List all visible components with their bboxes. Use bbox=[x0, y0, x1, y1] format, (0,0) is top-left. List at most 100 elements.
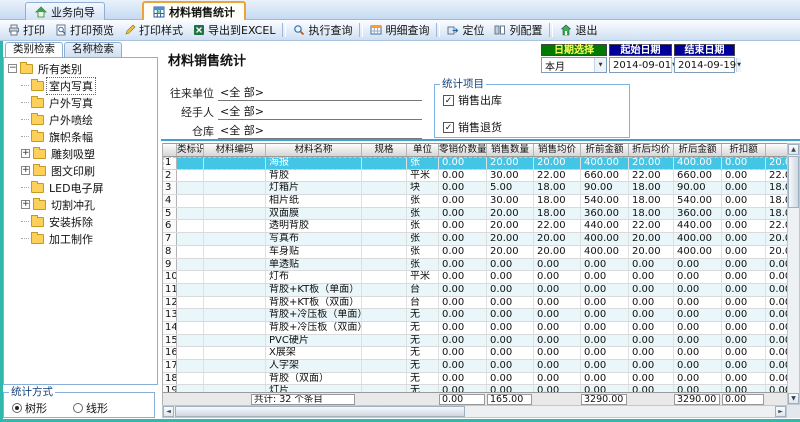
column-header[interactable] bbox=[163, 144, 177, 156]
unit-cell: 无 bbox=[407, 373, 439, 385]
chevron-down-icon[interactable] bbox=[594, 58, 606, 72]
toolbar-print-preview-button[interactable]: 打印预览 bbox=[50, 21, 119, 39]
column-header[interactable]: 材料编码 bbox=[204, 144, 266, 156]
tree-item-1[interactable]: 室内写真 bbox=[4, 77, 157, 94]
tree-item-5[interactable]: +雕刻吸塑 bbox=[4, 145, 157, 162]
column-header[interactable]: 单位 bbox=[407, 144, 439, 156]
table-row[interactable]: 3灯箱片块0.005.0018.0090.0018.0090.000.0018.… bbox=[163, 182, 788, 195]
tree-item-3[interactable]: 户外喷绘 bbox=[4, 111, 157, 128]
column-header[interactable] bbox=[766, 144, 788, 156]
scroll-left-icon[interactable] bbox=[163, 406, 174, 417]
checkbox-icon[interactable]: ✓ bbox=[443, 95, 454, 106]
date-filter-dropdown[interactable]: 2014-09-19 bbox=[674, 57, 735, 73]
toolbar-print-button[interactable]: 打印 bbox=[3, 21, 50, 39]
grid-vertical-scrollbar[interactable] bbox=[787, 143, 800, 405]
sidebar-tab-category-search[interactable]: 类别检索 bbox=[5, 42, 63, 57]
column-header[interactable]: 折后均价 bbox=[629, 144, 674, 156]
table-row[interactable]: 10灯布平米0.000.000.000.000.000.000.000.00 bbox=[163, 271, 788, 284]
table-row[interactable]: 16X展架无0.000.000.000.000.000.000.000.00 bbox=[163, 347, 788, 360]
toolbar-button-label: 明细查询 bbox=[385, 22, 429, 38]
table-row[interactable]: 12背胶+KT板（双面）台0.000.000.000.000.000.000.0… bbox=[163, 297, 788, 310]
table-row[interactable]: 4相片纸张0.0030.0018.00540.0018.00540.000.00… bbox=[163, 195, 788, 208]
toolbar-locate-button[interactable]: 定位 bbox=[442, 21, 489, 39]
table-row[interactable]: 6透明背胶张0.0020.0022.00440.0022.00440.000.0… bbox=[163, 220, 788, 233]
tree-item-8[interactable]: +切割冲孔 bbox=[4, 196, 157, 213]
table-row[interactable]: 17人字架无0.000.000.000.000.000.000.000.00 bbox=[163, 360, 788, 373]
table-row[interactable]: 8车身贴张0.0020.0020.00400.0020.00400.000.00… bbox=[163, 246, 788, 259]
toolbar-exit-button[interactable]: 退出 bbox=[555, 21, 602, 39]
stat-mode-option-1[interactable]: 线形 bbox=[73, 400, 108, 416]
stat-mode-option-0[interactable]: 树形 bbox=[12, 400, 47, 416]
tree-item-4[interactable]: 旗帜条幅 bbox=[4, 128, 157, 145]
tree-item-0[interactable]: −所有类别 bbox=[4, 60, 157, 77]
toolbar-run-query-button[interactable]: 执行查询 bbox=[288, 21, 357, 39]
radio-label: 树形 bbox=[25, 400, 47, 416]
expand-icon[interactable]: + bbox=[21, 166, 30, 175]
column-header[interactable]: 折后金额 bbox=[674, 144, 722, 156]
toolbar-print-style-button[interactable]: 打印样式 bbox=[119, 21, 188, 39]
tree-item-10[interactable]: 加工制作 bbox=[4, 230, 157, 247]
value-cell: 20.00 bbox=[487, 157, 534, 169]
column-header[interactable]: 规格 bbox=[362, 144, 407, 156]
unit-cell: 无 bbox=[407, 322, 439, 334]
column-header[interactable]: 零销价数量 bbox=[439, 144, 487, 156]
table-row[interactable]: 18背胶（双面）无0.000.000.000.000.000.000.000.0… bbox=[163, 373, 788, 386]
value-cell: 540.00 bbox=[674, 195, 722, 207]
filter-label: 往来单位 bbox=[166, 86, 214, 101]
table-row[interactable]: 14背胶+冷压板（双面）无0.000.000.000.000.000.000.0… bbox=[163, 322, 788, 335]
material-name-cell: 背胶+KT板（单面） bbox=[266, 284, 362, 296]
stat-item-1[interactable]: ✓销售退货 bbox=[443, 119, 629, 135]
table-row[interactable]: 15PVC硬片无0.000.000.000.000.000.000.000.00 bbox=[163, 335, 788, 348]
table-row[interactable]: 9单透贴张0.000.000.000.000.000.000.000.00 bbox=[163, 259, 788, 272]
column-header[interactable]: 折前金额 bbox=[581, 144, 629, 156]
date-filter-dropdown[interactable]: 本月 bbox=[541, 57, 607, 73]
material-code-cell bbox=[204, 246, 266, 258]
column-header[interactable]: 销售数量 bbox=[487, 144, 534, 156]
column-header[interactable]: 折扣额 bbox=[722, 144, 766, 156]
tree-item-7[interactable]: LED电子屏 bbox=[4, 179, 157, 196]
locate-icon bbox=[447, 24, 459, 36]
table-row[interactable]: 13背胶+冷压板（单面）无0.000.000.000.000.000.000.0… bbox=[163, 309, 788, 322]
toolbar-column-config-button[interactable]: 列配置 bbox=[489, 21, 547, 39]
material-code-cell bbox=[204, 157, 266, 169]
date-filter-dropdown[interactable]: 2014-09-01 bbox=[609, 57, 672, 73]
table-row[interactable]: 5双面膜张0.0020.0018.00360.0018.00360.000.00… bbox=[163, 208, 788, 221]
scroll-down-icon[interactable] bbox=[788, 393, 799, 404]
column-header[interactable]: 类标识 bbox=[177, 144, 204, 156]
toolbar-detail-query-button[interactable]: 明细查询 bbox=[365, 21, 434, 39]
material-name-cell: 背胶+冷压板（单面） bbox=[266, 309, 362, 321]
window-tab-business-wizard[interactable]: 业务向导 bbox=[25, 2, 105, 20]
chevron-down-icon[interactable] bbox=[736, 58, 741, 72]
collapse-icon[interactable]: − bbox=[8, 64, 17, 73]
radio-icon[interactable] bbox=[12, 403, 22, 413]
vertical-scroll-thumb[interactable] bbox=[788, 156, 799, 208]
sidebar-tab-name-search[interactable]: 名称检索 bbox=[64, 42, 122, 57]
filter-value-field[interactable]: <全 部> bbox=[218, 85, 422, 101]
tree-item-9[interactable]: 安装拆除 bbox=[4, 213, 157, 230]
filter-value-field[interactable]: <全 部> bbox=[218, 104, 422, 120]
table-row[interactable]: 1海报张0.0020.0020.00400.0020.00400.000.002… bbox=[163, 157, 788, 170]
grid-horizontal-scrollbar[interactable] bbox=[162, 405, 787, 418]
checkbox-icon[interactable]: ✓ bbox=[443, 122, 454, 133]
expand-icon[interactable]: + bbox=[21, 200, 30, 209]
tree-item-6[interactable]: +图文印刷 bbox=[4, 162, 157, 179]
tree-item-2[interactable]: 户外写真 bbox=[4, 94, 157, 111]
table-row[interactable]: 2背胶平米0.0030.0022.00660.0022.00660.000.00… bbox=[163, 170, 788, 183]
table-row[interactable]: 11背胶+KT板（单面）台0.000.000.000.000.000.000.0… bbox=[163, 284, 788, 297]
table-row[interactable]: 7写真布张0.0020.0020.00400.0020.00400.000.00… bbox=[163, 233, 788, 246]
column-header[interactable]: 材料名称 bbox=[266, 144, 362, 156]
column-header[interactable]: 销售均价 bbox=[534, 144, 581, 156]
filter-value-field[interactable]: <全 部> bbox=[218, 123, 422, 139]
stat-item-0[interactable]: ✓销售出库 bbox=[443, 92, 629, 108]
table-row[interactable]: 19灯片无0.000.000.000.000.000.000.000.00 bbox=[163, 385, 788, 392]
window-tab-material-sales-stats[interactable]: 材料销售统计 bbox=[142, 1, 246, 20]
radio-icon[interactable] bbox=[73, 403, 83, 413]
scroll-right-icon[interactable] bbox=[775, 406, 786, 417]
spec-cell bbox=[362, 157, 407, 169]
toolbar-export-excel-button[interactable]: 导出到EXCEL bbox=[188, 21, 280, 39]
material-code-cell bbox=[204, 170, 266, 182]
unit-cell: 台 bbox=[407, 284, 439, 296]
horizontal-scroll-thumb[interactable] bbox=[175, 406, 465, 417]
scroll-up-icon[interactable] bbox=[788, 144, 799, 155]
expand-icon[interactable]: + bbox=[21, 149, 30, 158]
